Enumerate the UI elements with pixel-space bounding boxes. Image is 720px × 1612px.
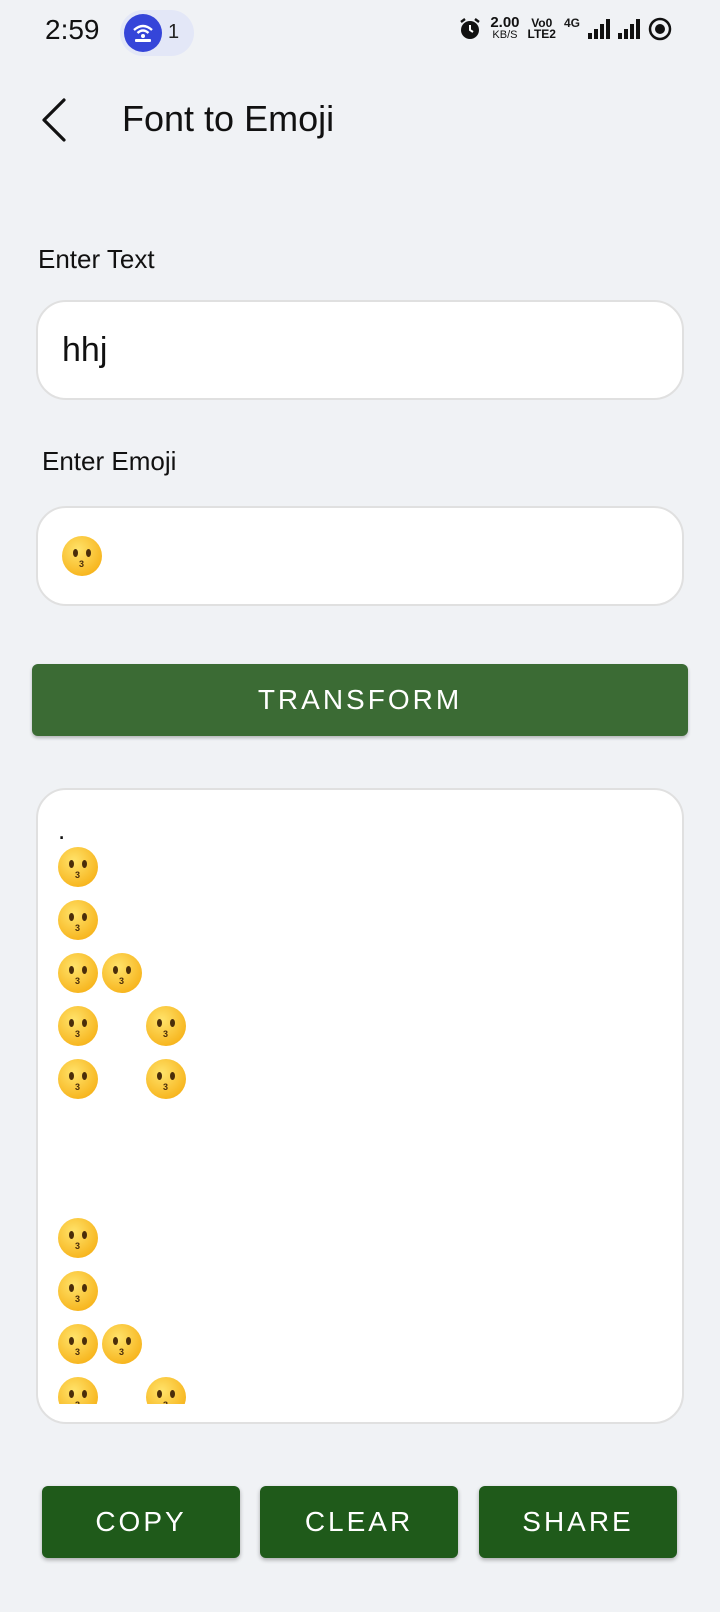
- output-emoji-icon: 3: [58, 1376, 98, 1404]
- text-input[interactable]: hhj: [36, 300, 684, 400]
- output-emoji-icon: 3: [58, 1323, 98, 1364]
- output-content: . 33333333333333: [58, 820, 662, 1404]
- emoji-input[interactable]: 3: [36, 506, 684, 606]
- output-row: 33: [58, 1317, 662, 1370]
- output-emoji-icon: 3: [58, 899, 98, 940]
- output-row: 3: [58, 1264, 662, 1317]
- hotspot-count: 1: [168, 21, 180, 43]
- output-row: 33: [58, 946, 662, 999]
- speed-unit: KB/S: [492, 29, 518, 41]
- output-emoji-icon: 3: [146, 1005, 186, 1046]
- status-bar: 2:59 1 2.00 KB/S Vo0 LTE2 4G: [0, 0, 720, 64]
- signal-icon-1: [588, 19, 610, 39]
- output-row: 33: [58, 1052, 662, 1105]
- output-emoji-icon: 3: [58, 1058, 98, 1099]
- output-area[interactable]: . 33333333333333: [36, 788, 684, 1424]
- share-button[interactable]: SHARE: [479, 1486, 677, 1558]
- status-time: 2:59: [45, 14, 100, 45]
- output-emoji-icon: 3: [146, 1058, 186, 1099]
- back-button[interactable]: [36, 96, 76, 144]
- output-row: 3: [58, 840, 662, 893]
- output-emoji-icon: 3: [146, 1376, 186, 1404]
- text-input-value: hhj: [62, 330, 108, 369]
- transform-button[interactable]: TRANSFORM: [32, 664, 688, 736]
- clear-button[interactable]: CLEAR: [260, 1486, 458, 1558]
- output-row: 33: [58, 999, 662, 1052]
- volte-indicator: Vo0 LTE2: [527, 17, 556, 41]
- copy-button[interactable]: COPY: [42, 1486, 240, 1558]
- back-arrow-icon: [42, 98, 66, 142]
- output-emoji-icon: 3: [58, 952, 98, 993]
- output-row: 33: [58, 1370, 662, 1404]
- output-row: [58, 1105, 662, 1158]
- text-field-label: Enter Text: [38, 244, 155, 274]
- emoji-input-value-icon: 3: [62, 536, 102, 576]
- output-row: 3: [58, 1211, 662, 1264]
- status-icons: 2.00 KB/S Vo0 LTE2 4G: [458, 15, 672, 42]
- output-emoji-icon: 3: [58, 1005, 98, 1046]
- signal-icon-2: [618, 19, 640, 39]
- output-emoji-icon: 3: [58, 1217, 98, 1258]
- output-row: 3: [58, 893, 662, 946]
- output-emoji-icon: 3: [58, 846, 98, 887]
- hotspot-icon: [124, 14, 162, 52]
- output-row: [58, 1158, 662, 1211]
- output-emoji-icon: 3: [102, 952, 142, 993]
- page-title: Font to Emoji: [122, 98, 335, 139]
- output-leading-dot: .: [58, 820, 66, 845]
- volte-bottom: LTE2: [527, 27, 556, 41]
- network-type: 4G: [563, 16, 580, 30]
- hotspot-indicator[interactable]: 1: [120, 10, 194, 56]
- data-saver-icon: [648, 17, 672, 41]
- network-speed: 2.00 KB/S: [490, 15, 519, 42]
- emoji-field-label: Enter Emoji: [42, 446, 177, 476]
- output-emoji-icon: 3: [58, 1270, 98, 1311]
- output-emoji-icon: 3: [102, 1323, 142, 1364]
- alarm-icon: [460, 18, 481, 39]
